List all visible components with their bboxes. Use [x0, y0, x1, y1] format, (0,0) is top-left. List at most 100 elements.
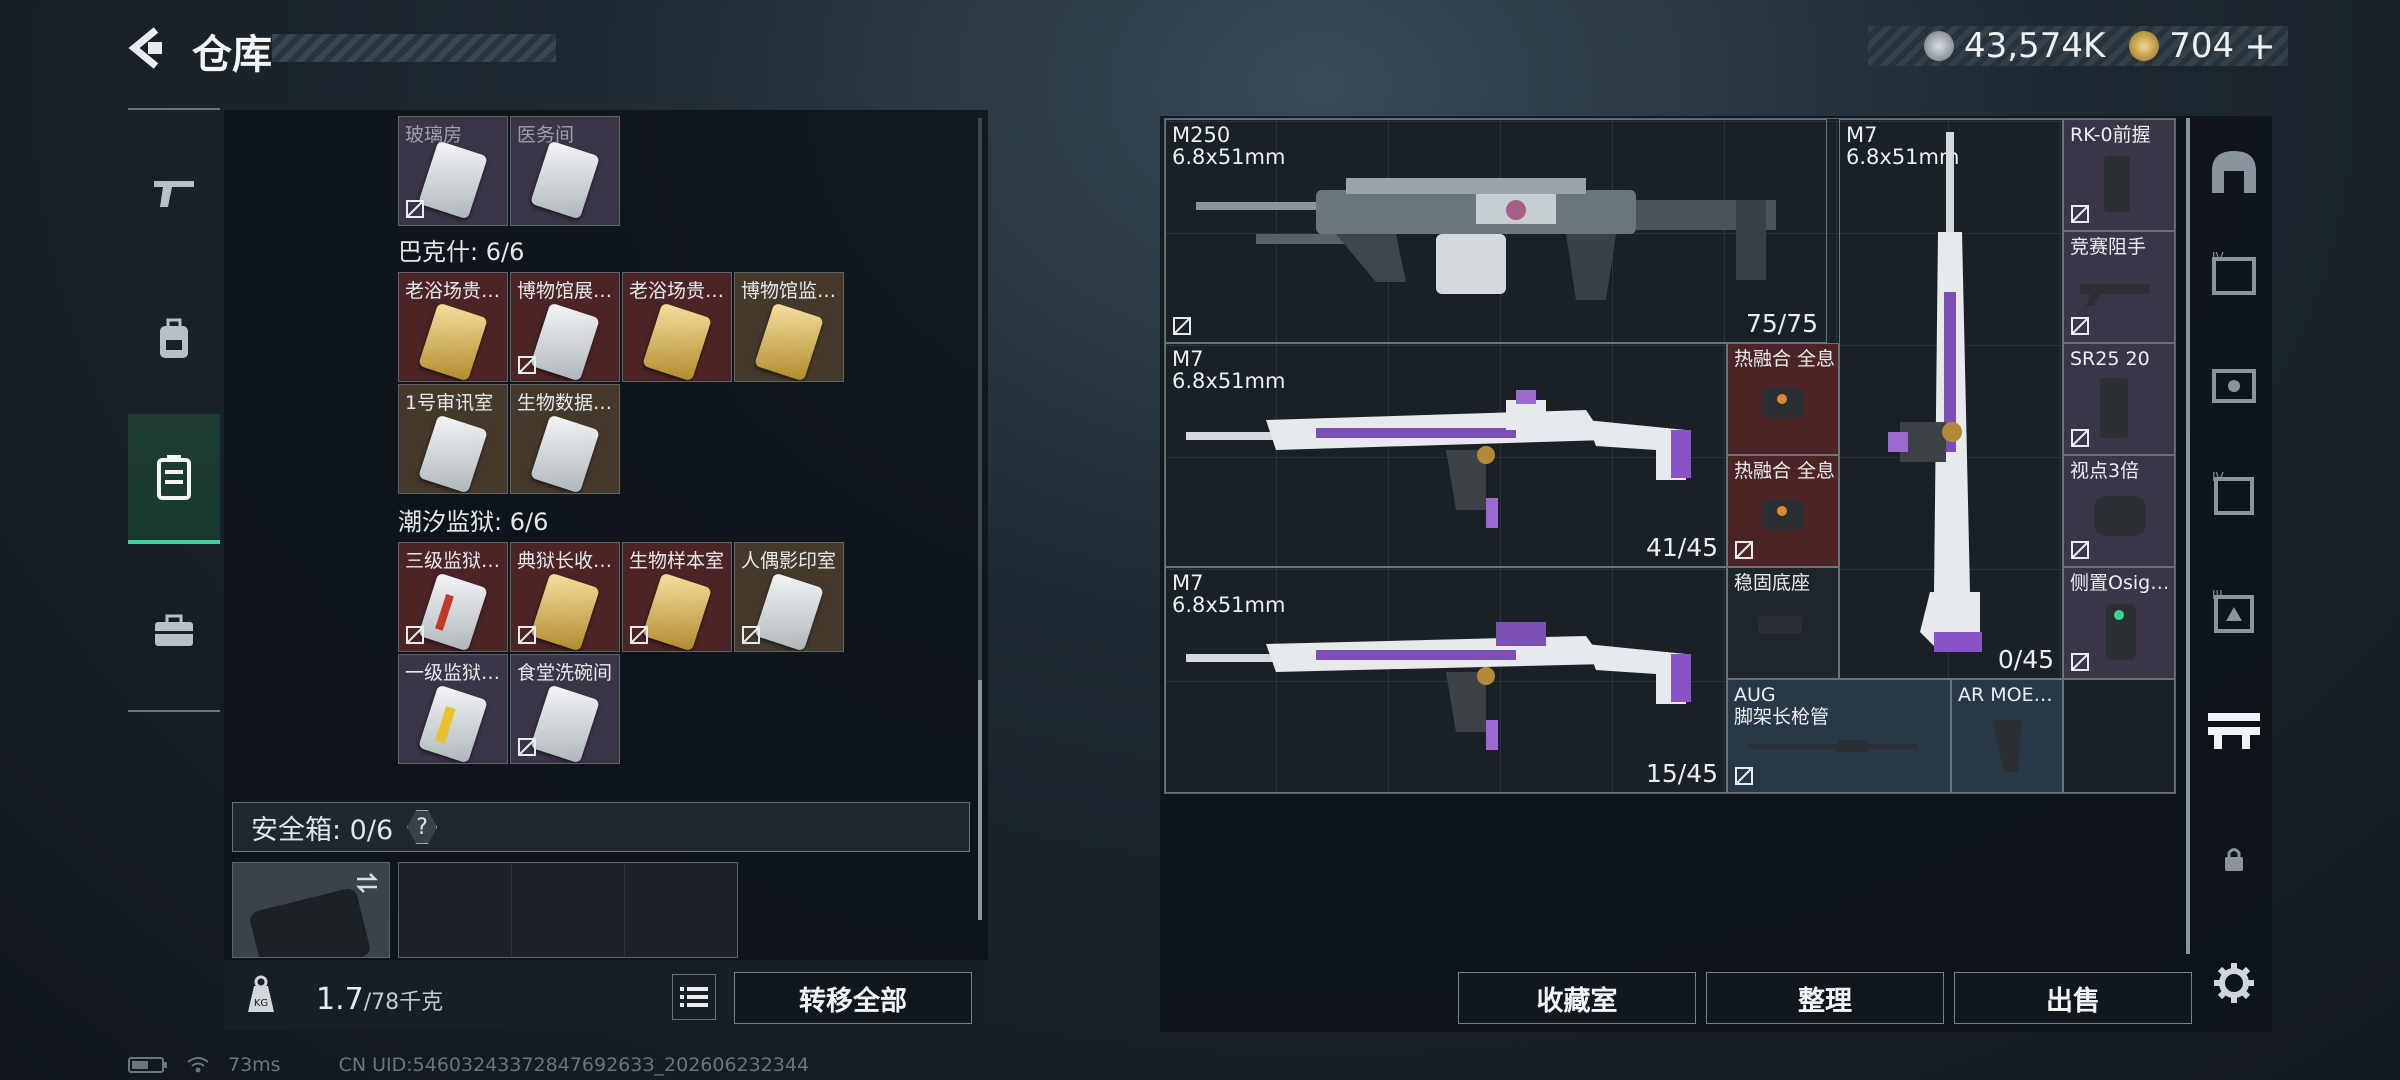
weight-icon: KG: [236, 966, 286, 1022]
backpack-icon: [160, 318, 188, 358]
scope-icon: [2094, 496, 2146, 536]
attachment-slot[interactable]: SR25 20: [2063, 343, 2175, 455]
no-drop-icon: [1173, 317, 1191, 335]
weapon-slot-m7-1[interactable]: M7 6.8x51mm 41/45: [1165, 343, 1727, 567]
attachment-slot[interactable]: 竞赛阻手: [2063, 231, 2175, 343]
attachment-slot-aug-barrel[interactable]: AUG 脚架长枪管: [1727, 679, 1951, 793]
rnav-helmet[interactable]: [2196, 118, 2272, 228]
attachment-slot[interactable]: AR MOE…: [1951, 679, 2063, 793]
weapon-slot-m7-3[interactable]: M7 6.8x51mm 0/45: [1839, 119, 2063, 679]
rnav-locked[interactable]: [2196, 804, 2272, 914]
sell-button[interactable]: 出售: [1954, 972, 2192, 1024]
user-uid: CN UID:5460324337284769263З_202606232344: [338, 1054, 810, 1076]
key-slot[interactable]: 食堂洗碗间: [510, 654, 620, 764]
no-drop-icon: [406, 200, 424, 218]
key-slot[interactable]: 老浴场贵…: [398, 272, 508, 382]
armor-icon: IV: [2212, 250, 2256, 295]
no-drop-icon: [518, 738, 536, 756]
no-drop-icon: [1735, 767, 1753, 785]
transfer-all-button[interactable]: 转移全部: [734, 972, 972, 1024]
attachment-slot[interactable]: 视点3倍: [2063, 455, 2175, 567]
keycard-icon: [418, 414, 488, 493]
currency-bar: 43,574K 704 +: [1868, 24, 2288, 68]
nav-backpack[interactable]: [128, 274, 220, 404]
nav-toolbox[interactable]: [128, 566, 220, 696]
nav-storage[interactable]: [128, 414, 220, 544]
key-slot[interactable]: 生物样本室: [622, 542, 732, 652]
helmet-icon: [2212, 151, 2256, 193]
safe-box-label: 安全箱: 0/6: [251, 814, 394, 846]
key-slot[interactable]: 人偶影印室: [734, 542, 844, 652]
attachment-slot[interactable]: 稳固底座: [1727, 567, 1839, 679]
rnav-armor[interactable]: IV: [2196, 218, 2272, 328]
key-slot[interactable]: 医务间: [510, 116, 620, 226]
gold-coin-icon: [2129, 31, 2160, 61]
key-slot[interactable]: 博物馆监…: [734, 272, 844, 382]
weapons-slot-icon: [2208, 713, 2260, 749]
keycard-icon: [530, 140, 600, 220]
keycard-icon: [418, 572, 488, 651]
foregrip-icon: [2104, 156, 2130, 212]
svg-text:IV: IV: [2212, 470, 2225, 484]
key-slot[interactable]: 生物数据…: [510, 384, 620, 494]
settings-button[interactable]: [2196, 928, 2272, 1038]
chest-rig-icon: [2212, 369, 2256, 403]
key-slot[interactable]: 博物馆展…: [510, 272, 620, 382]
keycard-icon: [418, 684, 488, 763]
organize-button[interactable]: 整理: [1706, 972, 1944, 1024]
collection-room-button[interactable]: 收藏室: [1458, 972, 1696, 1024]
attachment-slot[interactable]: 侧置Osig…: [2063, 567, 2175, 679]
page-title: 仓库: [192, 32, 272, 78]
keycard-icon: [642, 572, 712, 651]
keycard-icon: [530, 414, 600, 493]
right-slot-nav: IV IV III: [2196, 118, 2272, 1003]
no-drop-icon: [406, 626, 424, 644]
back-arrow-icon[interactable]: [126, 24, 170, 72]
m7-rifle-icon: [1186, 390, 1691, 528]
rnav-backpack[interactable]: IV: [2196, 438, 2272, 548]
key-slot[interactable]: 三级监狱…: [398, 542, 508, 652]
muzzle-brake-icon: [2080, 284, 2150, 306]
no-drop-icon: [518, 356, 536, 374]
safe-box-item[interactable]: [232, 862, 390, 958]
no-drop-icon: [518, 626, 536, 644]
key-slot[interactable]: 玻璃房: [398, 116, 508, 226]
rnav-weapons[interactable]: [2196, 674, 2272, 784]
title-stripe: [272, 34, 556, 62]
list-view-button[interactable]: [672, 974, 716, 1020]
rnav-rig[interactable]: [2196, 328, 2272, 438]
svg-text:IV: IV: [2212, 250, 2225, 264]
keycard-icon: [530, 572, 600, 651]
key-slot[interactable]: 典狱长收…: [510, 542, 620, 652]
safe-case-icon: [248, 886, 372, 957]
nav-weapons[interactable]: [128, 126, 220, 256]
list-icon: [680, 987, 708, 1007]
empty-slot[interactable]: [2063, 679, 2175, 793]
attachment-slot[interactable]: 热融合 全息: [1727, 455, 1839, 567]
weapon-slot-m250[interactable]: M250 6.8x51mm 75/75: [1165, 119, 1827, 343]
attachment-slot[interactable]: 热融合 全息: [1727, 343, 1839, 455]
no-drop-icon: [2071, 317, 2089, 335]
silver-coin-icon: [1923, 31, 1954, 61]
key-slot[interactable]: 一级监狱…: [398, 654, 508, 764]
key-slot[interactable]: 1号审讯室: [398, 384, 508, 494]
weapon-icon: [154, 181, 194, 207]
no-drop-icon: [1735, 541, 1753, 559]
section-title-tidal-prison: 潮汐监狱: 6/6: [398, 508, 549, 536]
equipment-scrollbar[interactable]: [2186, 118, 2190, 954]
key-slot[interactable]: 老浴场贵…: [622, 272, 732, 382]
rnav-case[interactable]: III: [2196, 556, 2272, 666]
keycard-icon: [642, 302, 712, 381]
left-category-nav: [128, 108, 220, 712]
wifi-icon: [187, 1057, 209, 1073]
attachment-slot[interactable]: RK-0前握: [2063, 119, 2175, 231]
m250-machine-gun-icon: [1196, 178, 1776, 300]
keycard-icon: [530, 302, 600, 381]
no-drop-icon: [742, 626, 760, 644]
help-icon[interactable]: ?: [407, 810, 438, 844]
safe-box-empty-slots[interactable]: [398, 862, 738, 958]
gear-icon: [2214, 963, 2254, 1003]
add-currency-button[interactable]: +: [2244, 24, 2276, 68]
inventory-scroll-thumb[interactable]: [978, 680, 982, 920]
weapon-slot-m7-2[interactable]: M7 6.8x51mm 15/45: [1165, 567, 1727, 793]
